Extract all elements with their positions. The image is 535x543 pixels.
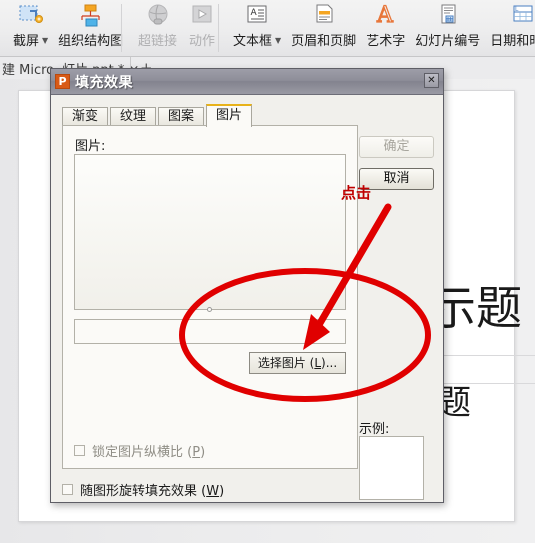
ribbon-label-wordart: 艺术字 (366, 34, 406, 49)
lock-aspect-ratio-row[interactable]: 锁定图片纵横比 (P) (74, 439, 346, 461)
picture-path-field[interactable] (74, 319, 346, 344)
lock-aspect-ratio-label: 锁定图片纵横比 (P) (92, 441, 205, 460)
sample-preview-box (359, 436, 424, 500)
tab-texture[interactable]: 纹理 (110, 107, 157, 126)
svg-text:A: A (376, 3, 394, 28)
ribbon-text: 文本框 (233, 34, 273, 49)
ribbon-button-slide-number[interactable]: 幻灯片编号 (410, 0, 485, 50)
chevron-down-icon[interactable]: ▼ (275, 36, 281, 45)
action-icon (187, 2, 217, 32)
ribbon-button-wordart[interactable]: A 艺术字 (361, 0, 410, 50)
header-footer-icon (309, 2, 339, 32)
screenshot-icon (16, 2, 46, 32)
rotate-with-shape-row[interactable]: 随图形旋转填充效果 (W) (62, 480, 362, 499)
ok-button[interactable]: 确定 (359, 136, 434, 158)
ribbon-button-header-footer[interactable]: 页眉和页脚 (286, 0, 361, 50)
ribbon-button-date-time[interactable]: L 日期和时间 (485, 0, 535, 50)
tab-pattern[interactable]: 图案 (158, 107, 205, 126)
dialog-body: 渐变 纹理 图案 图片 图片: 选择图片 (L)... 锁定图片纵横比 (P) … (51, 95, 443, 504)
ribbon-group-text: A 文本框 ▼ 页眉和页脚 A 艺术字 幻灯片编号 L 日期和 (228, 0, 535, 56)
select-picture-suffix: )... (321, 356, 338, 370)
ribbon-label-header-footer: 页眉和页脚 (291, 34, 357, 49)
ribbon-label-org-chart: 组织结构图 (58, 34, 124, 49)
ribbon-label-action: 动作 (189, 34, 216, 49)
select-picture-prefix: 选择图片 ( (257, 356, 315, 370)
hyperlink-icon (143, 2, 173, 32)
lock-prefix: 锁定图片纵横比 ( (92, 444, 193, 460)
lock-aspect-ratio-checkbox[interactable] (74, 444, 85, 456)
wordart-icon: A (371, 2, 401, 32)
rotate-accel: W (206, 483, 220, 499)
rotate-suffix: ) (219, 483, 225, 499)
ribbon-button-hyperlink[interactable]: 超链接 (133, 0, 182, 50)
lock-accel: P (192, 444, 201, 460)
textbox-icon: A (242, 2, 272, 32)
ribbon-label-hyperlink: 超链接 (138, 34, 178, 49)
slide-subtitle-text[interactable]: 题 (437, 382, 535, 424)
tabstrip-left-text: 建 Micro (2, 63, 55, 78)
ribbon-button-org-chart[interactable]: 组织结构图 (53, 0, 128, 50)
ribbon-button-textbox[interactable]: A 文本框 ▼ (228, 0, 286, 51)
ribbon-group-links: 超链接 动作 (133, 0, 222, 56)
date-time-icon: L (508, 2, 535, 32)
powerpoint-app-icon: P (55, 74, 70, 89)
chevron-down-icon[interactable]: ▼ (42, 36, 48, 45)
rotate-with-shape-checkbox[interactable] (62, 483, 73, 495)
tab-picture[interactable]: 图片 (206, 104, 253, 127)
ribbon-toolbar: 截屏 ▼ 组织结构图 超链接 动作 A 文本框 ▼ 页眉和页脚 A 艺术字 幻灯… (0, 0, 535, 57)
slide-title-text[interactable]: 示题 (430, 282, 535, 334)
picture-section-label: 图片: (75, 139, 106, 154)
dialog-title: 填充效果 (75, 74, 133, 91)
ribbon-button-action[interactable]: 动作 (182, 0, 222, 50)
ribbon-group-illustrations: 截屏 ▼ 组织结构图 (8, 0, 128, 56)
ribbon-separator-1 (121, 4, 122, 52)
ribbon-label-textbox: 文本框 ▼ (233, 34, 281, 51)
rotate-with-shape-label: 随图形旋转填充效果 (W) (80, 480, 224, 499)
rotate-prefix: 随图形旋转填充效果 ( (80, 483, 207, 499)
picture-tab-panel: 图片: 选择图片 (L)... 锁定图片纵横比 (P) (62, 125, 358, 469)
ribbon-label-date-time: 日期和时间 (490, 34, 535, 49)
sample-label: 示例: (359, 422, 390, 437)
org-chart-icon (76, 2, 106, 32)
select-picture-button[interactable]: 选择图片 (L)... (249, 352, 346, 374)
svg-text:A: A (251, 8, 258, 18)
ribbon-text: 截屏 (13, 34, 40, 49)
slide-number-icon (433, 2, 463, 32)
ribbon-label-screenshot: 截屏 ▼ (13, 34, 48, 51)
annotation-click-text: 点击 (341, 184, 372, 202)
close-icon[interactable]: ✕ (424, 73, 439, 88)
ribbon-label-slide-number: 幻灯片编号 (415, 34, 481, 49)
tab-gradient[interactable]: 渐变 (62, 107, 109, 126)
dialog-tab-row: 渐变 纹理 图案 图片 (62, 104, 254, 127)
dialog-title-bar[interactable]: P 填充效果 ✕ (51, 69, 443, 95)
fill-effects-dialog: P 填充效果 ✕ 渐变 纹理 图案 图片 图片: 选择图片 (L)... 锁定图… (50, 68, 444, 503)
picture-preview-handle (207, 307, 212, 312)
lock-suffix: ) (200, 444, 206, 460)
ribbon-button-screenshot[interactable]: 截屏 ▼ (8, 0, 53, 51)
ribbon-separator-2 (218, 4, 219, 52)
picture-preview-box[interactable] (74, 154, 346, 310)
